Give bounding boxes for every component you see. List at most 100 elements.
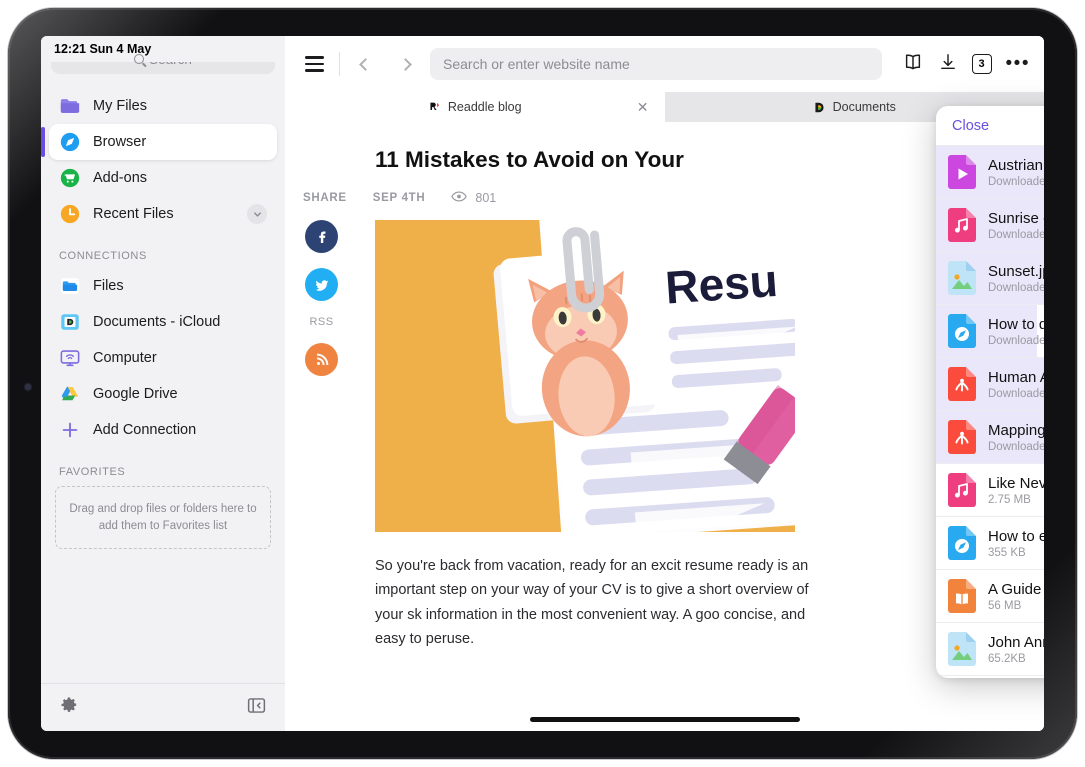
home-indicator [529,717,800,722]
google-drive-icon [59,383,81,405]
download-row[interactable]: A Guide to the Practical M...56 MB [936,570,1044,623]
rss-icon[interactable] [305,343,338,376]
download-status: 65.2KB [988,652,1026,665]
download-file-name: A Guide to the Practical M... [988,580,1044,598]
image-file-icon [948,261,976,295]
download-file-name: Sunset.jpg [988,262,1044,280]
views-count: 801 [475,191,497,205]
sidebar-item-computer[interactable]: Computer [49,340,277,376]
web-file-icon [948,314,976,348]
downloads-header: Close Downloads Clear [936,106,1044,146]
search-icon [134,54,145,64]
browser-toolbar: Search or enter website name 3 ••• [285,36,1044,92]
hamburger-menu-icon[interactable] [299,49,329,79]
rss-label: RSS [309,316,334,328]
chevron-right-icon [398,57,412,71]
sidebar-item-label: Add-ons [93,170,148,186]
svg-text:Resu: Resu [664,254,780,314]
sidebar-item-files[interactable]: Files [49,268,277,304]
address-bar-input[interactable]: Search or enter website name [430,48,882,80]
download-row[interactable]: Sunset.jpgDownloaded 2.5 MB of 3.8 MB✕ [936,252,1044,305]
sidebar-item-label: Computer [93,350,157,366]
sidebar-item-add-ons[interactable]: Add-ons [49,160,277,196]
share-column: RSS [305,220,338,376]
download-text: How to download books fro...Downloaded 1… [988,316,1044,347]
download-row[interactable]: Sunrise - John Stephens.mp3Downloaded 4.… [936,199,1044,252]
audio-file-icon [948,208,976,242]
article-hero-illustration: Resu [375,220,795,532]
article-body-text: So you're back from vacation, ready for … [375,558,809,648]
download-file-name: Sunrise - John Stephens.mp3 [988,209,1044,227]
article-meta: SHARE SEP 4TH 801 [303,191,496,205]
download-text: Sunset.jpgDownloaded 2.5 MB of 3.8 MB [988,263,1044,294]
more-dots-icon[interactable]: ••• [1006,54,1030,73]
download-text: Sunrise - John Stephens.mp3Downloaded 4.… [988,210,1044,241]
download-status: Downloaded 15 MB of 23 MB [988,387,1044,400]
sidebar-item-google-drive[interactable]: Google Drive [49,376,277,412]
facebook-icon[interactable] [305,220,338,253]
computer-icon [59,347,81,369]
sidebar-section-connections: CONNECTIONS [59,250,147,262]
book-icon[interactable] [902,52,924,77]
compass-blue-icon [59,131,81,153]
sidebar: 12:21 Sun 4 May Search My Files [41,36,285,731]
folder-purple-icon [59,95,81,117]
sidebar-item-label: Browser [93,134,147,150]
downloads-list: Austrian Journey.mp4Downloaded 53.7 MB o… [936,146,1044,678]
documents-icloud-icon [59,311,81,333]
audio-file-icon [948,473,976,507]
sidebar-item-browser[interactable]: Browser [41,124,277,160]
close-button[interactable]: Close [952,118,989,134]
image-file-icon [948,632,976,666]
download-row[interactable]: Human Anatomy Atlas.pdfDownloaded 15 MB … [936,358,1044,411]
chevron-down-icon[interactable] [247,204,267,224]
download-row[interactable]: Mapping the Universe...Downloaded 52 MB … [936,411,1044,464]
download-text: How to edit, read and anno...355 KB [988,528,1044,559]
ipad-screen: 12:21 Sun 4 May Search My Files [41,36,1044,731]
sidebar-item-label: Recent Files [93,206,174,222]
download-arrow-icon[interactable] [938,52,958,77]
sidebar-item-recent-files[interactable]: Recent Files [49,196,277,232]
files-app-icon [59,275,81,297]
download-file-name: How to edit, read and anno... [988,527,1044,545]
download-status: 355 KB [988,546,1026,559]
favorites-empty-line-2: add them to Favorites list [98,519,228,532]
chevron-left-icon [358,57,372,71]
documents-logo-icon [813,101,826,114]
eye-icon [451,191,468,205]
favorites-dropzone[interactable]: Drag and drop files or folders here to a… [55,486,271,550]
collapse-sidebar-icon[interactable] [246,695,267,721]
tabs-icon[interactable]: 3 [971,51,995,74]
article-date: SEP 4TH [372,192,426,204]
plus-icon [59,419,81,441]
forward-button[interactable] [390,49,420,79]
tab-readdle-blog[interactable]: Readdle blog ✕ [285,92,665,122]
sidebar-item-add-connection[interactable]: Add Connection [49,412,277,448]
clock-orange-icon [59,203,81,225]
toolbar-divider [339,52,340,76]
download-row[interactable]: Like Never Before - Petter B...2.75 MB [936,464,1044,517]
download-row[interactable]: Austrian Journey.mp4Downloaded 53.7 MB o… [936,146,1044,199]
download-text: A Guide to the Practical M...56 MB [988,581,1044,612]
download-text: Like Never Before - Petter B...2.75 MB [988,475,1044,506]
download-status: Downloaded 53.7 MB of 68 MB [988,175,1044,188]
twitter-icon[interactable] [305,268,338,301]
tab-label: Documents [832,100,896,114]
download-row[interactable]: How to download books fro...Downloaded 1… [936,305,1044,358]
close-icon[interactable]: ✕ [637,100,649,114]
sidebar-item-label: My Files [93,98,147,114]
tabs-count-label: 3 [978,58,985,70]
article-views: 801 [451,191,496,205]
download-status: Downloaded 52 MB of 156 MB [988,440,1044,453]
download-row[interactable]: How to edit, read and anno...355 KB [936,517,1044,570]
readdle-logo-icon [428,101,441,114]
download-row[interactable]: John Anniversary.jpg65.2KB [936,623,1044,676]
resume-illustration-icon: Resu [375,220,795,532]
back-button[interactable] [350,49,380,79]
download-file-name: Human Anatomy Atlas.pdf [988,368,1044,386]
sidebar-item-label: Add Connection [93,422,197,438]
gear-icon[interactable] [59,695,79,720]
video-file-icon [948,155,976,189]
sidebar-item-documents-icloud[interactable]: Documents - iCloud [49,304,277,340]
sidebar-item-my-files[interactable]: My Files [49,88,277,124]
